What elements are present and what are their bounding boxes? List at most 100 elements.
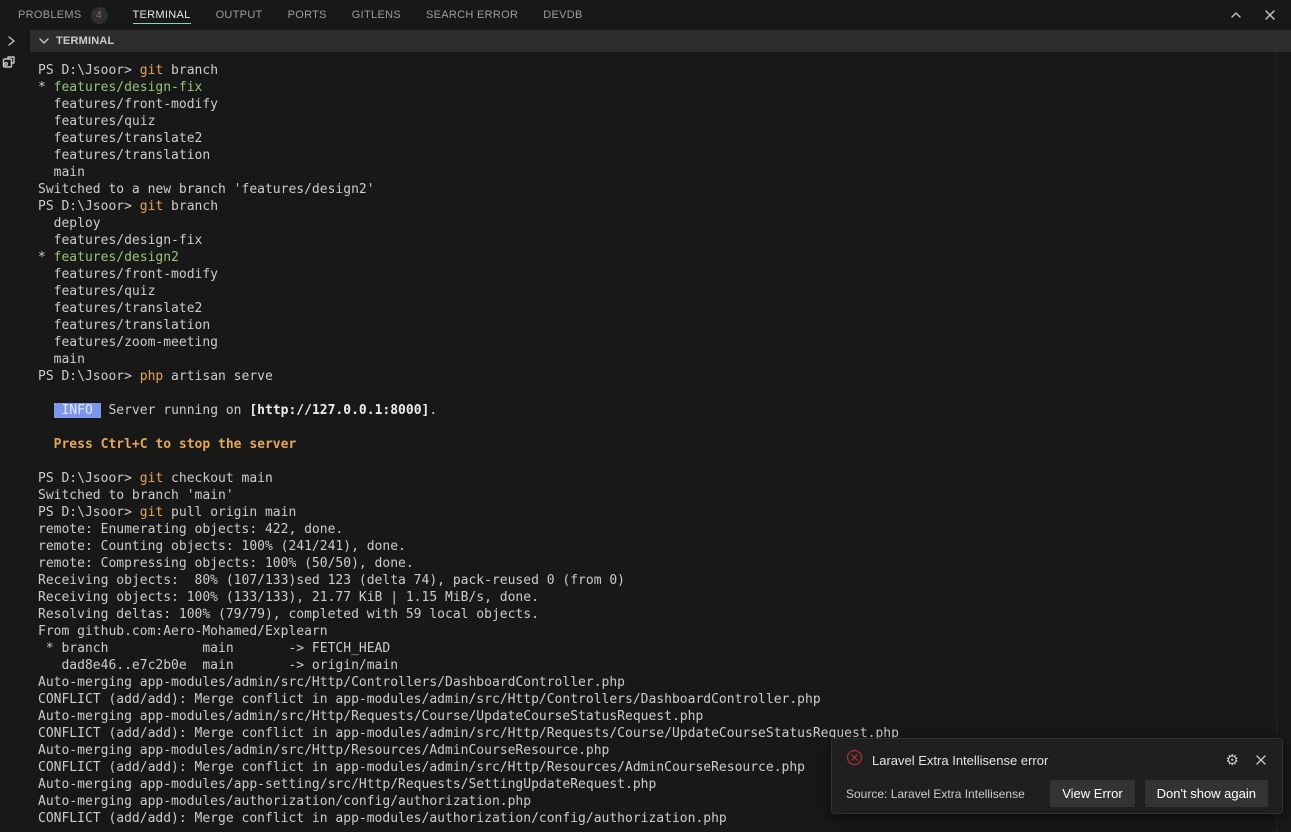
- terminal-text: features/front-modify: [38, 267, 218, 282]
- notification-toast: Laravel Extra Intellisense error ⚙ Sourc…: [831, 738, 1283, 814]
- panel-tab-bar: PROBLEMS 4 TERMINAL OUTPUT PORTS GITLENS SEARC…: [0, 0, 1291, 30]
- notification-title: Laravel Extra Intellisense error: [872, 753, 1217, 768]
- terminal-text: Auto-merging app-modules/app-setting/src…: [38, 777, 656, 792]
- problems-count-badge: 4: [91, 7, 108, 24]
- close-panel-icon[interactable]: [1263, 8, 1277, 22]
- terminal-output[interactable]: PS D:\Jsoor> git branch* features/design…: [0, 52, 1291, 827]
- terminal-line: [38, 453, 1291, 470]
- terminal-text: Receiving objects: 100% (133/133), 21.77…: [38, 590, 539, 605]
- terminal-text: features/front-modify: [38, 97, 218, 112]
- tab-search-error[interactable]: SEARCH ERROR: [426, 0, 518, 30]
- terminal-line: features/translation: [38, 147, 1291, 164]
- terminal-line: features/front-modify: [38, 96, 1291, 113]
- terminal-text: PS D:\Jsoor>: [38, 199, 140, 214]
- terminal-line: Auto-merging app-modules/admin/src/Http/…: [38, 674, 1291, 691]
- tab-label: SEARCH ERROR: [426, 9, 518, 21]
- chevron-right-icon[interactable]: [5, 35, 17, 47]
- view-error-button[interactable]: View Error: [1050, 780, 1134, 807]
- terminal-line: features/translate2: [38, 300, 1291, 317]
- terminal-text: git: [140, 199, 163, 214]
- error-icon: [846, 749, 863, 771]
- close-icon[interactable]: [1254, 753, 1268, 767]
- terminal-section-header[interactable]: TERMINAL: [30, 30, 1291, 52]
- panel-left-gutter: [0, 30, 30, 52]
- tab-problems[interactable]: PROBLEMS 4: [18, 0, 108, 30]
- tab-label: PROBLEMS: [18, 9, 82, 21]
- terminal-line: Receiving objects: 100% (133/133), 21.77…: [38, 589, 1291, 606]
- terminal-section-title: TERMINAL: [56, 35, 114, 47]
- tab-label: PORTS: [288, 9, 327, 21]
- terminal-scrollbar-edge: [1276, 52, 1277, 832]
- terminal-text: pull origin main: [163, 505, 296, 520]
- terminal-text: * branch main -> FETCH_HEAD: [38, 641, 390, 656]
- terminal-text: dad8e46..e7c2b0e main -> origin/main: [38, 658, 398, 673]
- terminal-line: remote: Counting objects: 100% (241/241)…: [38, 538, 1291, 555]
- chevron-down-icon[interactable]: [38, 35, 50, 47]
- terminal-text: Switched to branch 'main': [38, 488, 234, 503]
- terminal-line: features/zoom-meeting: [38, 334, 1291, 351]
- terminal-line: PS D:\Jsoor> php artisan serve: [38, 368, 1291, 385]
- terminal-text: PS D:\Jsoor>: [38, 63, 140, 78]
- terminal-text: Server running on: [101, 403, 250, 418]
- terminal-text: features/design2: [54, 250, 179, 265]
- terminal-text: features/quiz: [38, 284, 155, 299]
- terminal-text: CONFLICT (add/add): Merge conflict in ap…: [38, 726, 899, 741]
- terminal-text: *: [38, 250, 54, 265]
- terminal-text: From github.com:Aero-Mohamed/Explearn: [38, 624, 328, 639]
- tab-ports[interactable]: PORTS: [288, 0, 327, 30]
- terminal-line: features/translation: [38, 317, 1291, 334]
- terminal-text: Press Ctrl+C to stop the server: [38, 437, 296, 452]
- terminal-line: PS D:\Jsoor> git branch: [38, 62, 1291, 79]
- terminal-text: remote: Counting objects: 100% (241/241)…: [38, 539, 406, 554]
- terminal-line: features/translate2: [38, 130, 1291, 147]
- terminal-text: features/translation: [38, 318, 210, 333]
- open-in-editor-icon[interactable]: [2, 55, 16, 69]
- terminal-line: Switched to a new branch 'features/desig…: [38, 181, 1291, 198]
- terminal-text: [http://127.0.0.1:8000]: [249, 403, 429, 418]
- terminal-text: main: [38, 352, 85, 367]
- terminal-text: PS D:\Jsoor>: [38, 369, 140, 384]
- terminal-line: CONFLICT (add/add): Merge conflict in ap…: [38, 691, 1291, 708]
- terminal-line: features/quiz: [38, 283, 1291, 300]
- tab-output[interactable]: OUTPUT: [216, 0, 263, 30]
- terminal-text: PS D:\Jsoor>: [38, 471, 140, 486]
- info-badge: INFO: [54, 403, 101, 418]
- terminal-text: main: [38, 165, 85, 180]
- terminal-text: artisan serve: [163, 369, 273, 384]
- terminal-line: * branch main -> FETCH_HEAD: [38, 640, 1291, 657]
- terminal-text: git: [140, 471, 163, 486]
- tab-label: TERMINAL: [133, 9, 191, 21]
- maximize-panel-chevron-up-icon[interactable]: [1229, 8, 1243, 22]
- tab-label: GITLENS: [352, 9, 401, 21]
- terminal-text: CONFLICT (add/add): Merge conflict in ap…: [38, 760, 805, 775]
- terminal-text: features/quiz: [38, 114, 155, 129]
- tab-gitlens[interactable]: GITLENS: [352, 0, 401, 30]
- terminal-text: *: [38, 80, 54, 95]
- terminal-line: PS D:\Jsoor> git pull origin main: [38, 504, 1291, 521]
- terminal-text: remote: Enumerating objects: 422, done.: [38, 522, 343, 537]
- terminal-line: Receiving objects: 80% (107/133)sed 123 …: [38, 572, 1291, 589]
- terminal-line: From github.com:Aero-Mohamed/Explearn: [38, 623, 1291, 640]
- terminal-line: main: [38, 351, 1291, 368]
- notification-source: Source: Laravel Extra Intellisense: [846, 787, 1040, 801]
- terminal-text: checkout main: [163, 471, 273, 486]
- gear-icon[interactable]: ⚙: [1226, 753, 1239, 768]
- dont-show-again-button[interactable]: Don't show again: [1145, 780, 1268, 807]
- tab-label: DEVDB: [543, 9, 582, 21]
- terminal-line: deploy: [38, 215, 1291, 232]
- tab-devdb[interactable]: DEVDB: [543, 0, 582, 30]
- tab-terminal[interactable]: TERMINAL: [133, 0, 191, 30]
- terminal-line: remote: Compressing objects: 100% (50/50…: [38, 555, 1291, 572]
- terminal-line: Resolving deltas: 100% (79/79), complete…: [38, 606, 1291, 623]
- terminal-line: * features/design-fix: [38, 79, 1291, 96]
- terminal-text: features/zoom-meeting: [38, 335, 218, 350]
- terminal-text: branch: [163, 63, 218, 78]
- terminal-text: CONFLICT (add/add): Merge conflict in ap…: [38, 811, 727, 826]
- terminal-line: Switched to branch 'main': [38, 487, 1291, 504]
- terminal-text: remote: Compressing objects: 100% (50/50…: [38, 556, 414, 571]
- terminal-text: Auto-merging app-modules/admin/src/Http/…: [38, 709, 703, 724]
- terminal-line: [38, 419, 1291, 436]
- terminal-line: features/design-fix: [38, 232, 1291, 249]
- terminal-text: Receiving objects: 80% (107/133)sed 123 …: [38, 573, 625, 588]
- terminal-text: Auto-merging app-modules/admin/src/Http/…: [38, 743, 609, 758]
